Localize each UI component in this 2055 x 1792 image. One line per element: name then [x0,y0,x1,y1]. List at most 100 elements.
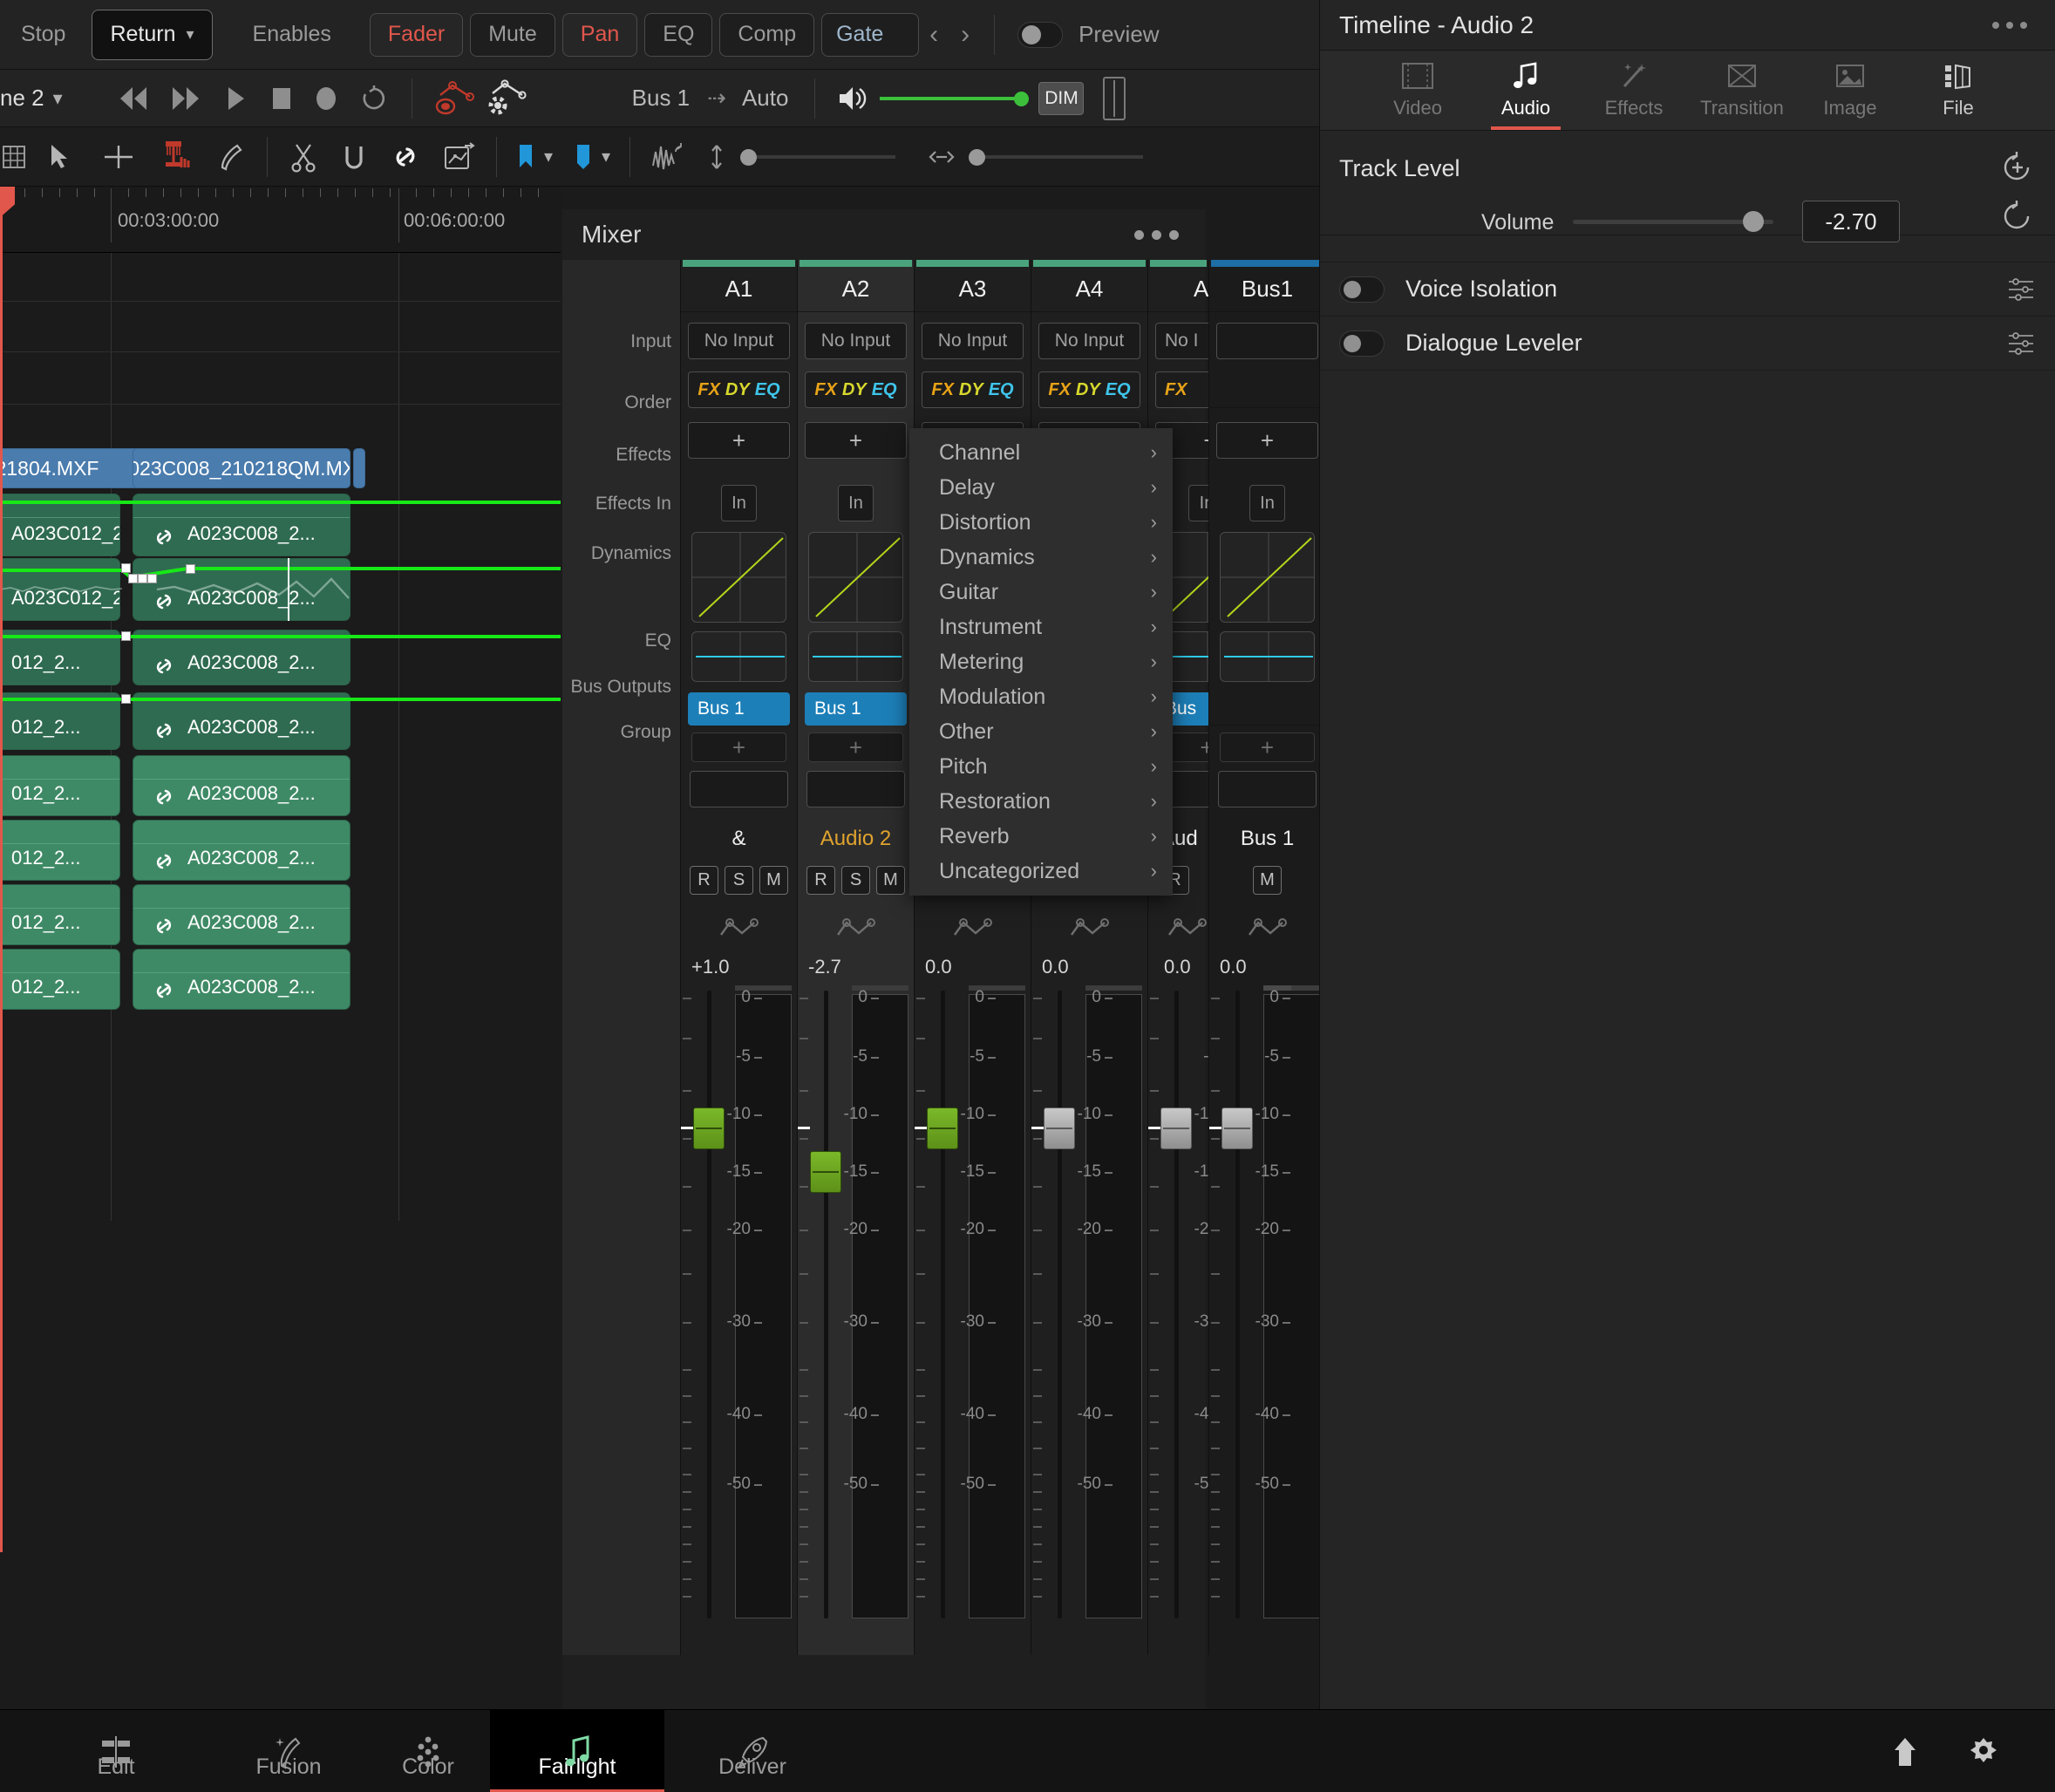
input-button[interactable]: No Input [688,323,790,359]
inspector-tabs[interactable]: Video Audio Effects Transition Image Fil… [1320,51,2055,131]
volume-value-field[interactable]: -2.70 [1802,201,1900,242]
audio-clip[interactable]: A023C012_2... [0,558,120,621]
solo-button[interactable]: S [841,865,870,895]
fader-area[interactable]: 0 -5 -10 -15 -20 -30 -40 -50 [1031,985,1147,1622]
tab-transition[interactable]: Transition [1688,50,1796,130]
audio-clip[interactable]: A023C008_2... [133,949,350,1010]
bus-output-button[interactable]: Bus 1 [688,692,790,726]
record-icon[interactable] [314,85,338,112]
razor-scissors-icon[interactable] [289,141,318,173]
zoom-fit-icon[interactable] [927,146,956,168]
bus-add-button[interactable]: + [691,732,786,762]
mixer-strip-a2[interactable]: A2 No Input FX DY EQ + In Bus 1 + Audio … [797,260,914,1655]
chevron-down-icon[interactable]: ▾ [544,146,553,167]
mute-button[interactable]: M [759,865,788,895]
pan-control[interactable] [681,905,797,951]
waveform-normalize-icon[interactable] [650,140,690,174]
fader-area[interactable]: 0 -5 -10 -15 -20 -30 -40 -50 [1148,985,1208,1622]
enable-mute-button[interactable]: Mute [470,12,555,57]
keyframe-point[interactable] [147,574,157,583]
order-button[interactable]: FX DY EQ [688,371,790,408]
pan-control[interactable] [915,905,1031,951]
keyframe-point[interactable] [138,574,147,583]
menu-item-instrument[interactable]: Instrument › [909,610,1173,644]
inspector-options-icon[interactable] [1979,5,2040,45]
rsm-buttons[interactable]: M [1209,862,1325,898]
group-button[interactable] [806,771,905,807]
order-button[interactable]: FX DY EQ [1038,371,1140,408]
mute-button[interactable]: M [1253,865,1282,895]
page-tab-deliver[interactable]: Deliver [673,1710,832,1792]
effect-row-dialogue-leveler[interactable]: Dialogue Leveler [1320,316,2055,370]
group-button[interactable] [1218,771,1317,807]
rsm-buttons[interactable]: R S M [798,862,914,898]
enable-pan-button[interactable]: Pan [561,12,638,57]
order-button[interactable]: FX DY EQ [805,371,907,408]
bus-output-button[interactable]: Bus 1 [805,692,907,726]
page-tab-fusion[interactable]: Fusion [209,1710,368,1792]
trim-edit-icon[interactable] [101,142,136,172]
pan-control[interactable] [1148,905,1208,951]
automation-stop-label[interactable]: Stop [3,13,83,57]
effect-settings-icon[interactable] [2007,275,2037,304]
effects-in-button[interactable]: In [1249,485,1285,521]
audio-clip[interactable]: 012_2... [0,755,120,816]
bus-add-button[interactable]: + [808,732,903,762]
input-button[interactable]: No I [1155,323,1208,359]
page-tab-edit[interactable]: Edit [37,1710,195,1792]
reset-volume-icon[interactable] [2000,199,2035,234]
pan-control[interactable] [798,905,914,951]
menu-item-other[interactable]: Other › [909,714,1173,749]
input-button[interactable]: No Input [805,323,907,359]
order-button[interactable]: FX DY EQ [922,371,1024,408]
zoom-slider[interactable] [969,147,1144,167]
fader-area[interactable]: 0 -5 -10 -15 -20 -30 -40 -50 [681,985,797,1622]
effects-in-button[interactable]: In [721,485,757,521]
record-arm-button[interactable]: R [806,865,835,895]
automation-mode-dropdown[interactable]: Return ▾ [92,9,213,60]
group-button[interactable] [690,771,788,807]
fader-area[interactable]: 0 -5 -10 -15 -20 -30 -40 -50 [915,985,1031,1622]
track-height-slider[interactable] [740,147,896,167]
enable-gate-button[interactable]: Gate [821,12,920,57]
mute-button[interactable]: M [876,865,905,895]
playhead[interactable] [0,187,15,1552]
index-grid-icon[interactable] [0,142,30,172]
link-clips-icon[interactable] [390,141,421,173]
strip-track-name[interactable]: Bus 1 [1209,818,1325,860]
monitor-bus-label[interactable]: Bus 1 [632,85,691,112]
pan-control[interactable] [1209,905,1325,951]
input-button[interactable]: No Input [1038,323,1140,359]
menu-item-uncategorized[interactable]: Uncategorized › [909,854,1173,889]
effect-row-voice-isolation[interactable]: Voice Isolation [1320,262,2055,316]
audio-clip[interactable]: 012_2... [0,949,120,1010]
monitor-volume-slider[interactable] [880,89,1030,108]
order-button[interactable]: FX [1155,371,1208,408]
video-clip[interactable]: A023C008_210218QM.MXF [133,448,350,488]
automation-settings-icon[interactable] [486,78,527,118]
timeline-panel[interactable]: 00:03:00:00 00:06:00:00 1021804.MXF A023… [0,187,561,1552]
rsm-buttons[interactable]: R S M [681,862,797,898]
record-arm-button[interactable]: R [690,865,718,895]
effects-in-button[interactable]: In [1188,485,1208,521]
menu-item-channel[interactable]: Channel › [909,435,1173,470]
strip-track-name[interactable]: Audio 2 [798,818,914,860]
keyframe-point[interactable] [128,574,138,583]
chevron-down-icon[interactable]: ▾ [602,146,610,167]
keyframe-point[interactable] [121,631,131,641]
dialogue-leveler-toggle[interactable] [1339,330,1385,357]
pan-control[interactable] [1031,905,1147,951]
audio-clip[interactable]: 012_2... [0,884,120,945]
tab-effects[interactable]: Effects [1580,50,1688,130]
mixer-strip-a1[interactable]: A1 No Input FX DY EQ + In Bus 1 + & R S … [680,260,797,1655]
fast-forward-icon[interactable] [169,85,202,112]
enable-eq-button[interactable]: EQ [644,12,713,57]
flag-marker-icon[interactable] [516,142,535,172]
menu-item-dynamics[interactable]: Dynamics › [909,540,1173,575]
voice-isolation-toggle[interactable] [1339,276,1385,303]
gear-icon[interactable] [1964,1733,2003,1771]
add-effect-button[interactable]: + [1216,422,1318,459]
enable-fader-button[interactable]: Fader [369,12,464,57]
fader-area[interactable]: 0 -5 -10 -15 -20 -30 -40 -50 [798,985,914,1622]
mixer-options-icon[interactable] [1117,215,1195,255]
